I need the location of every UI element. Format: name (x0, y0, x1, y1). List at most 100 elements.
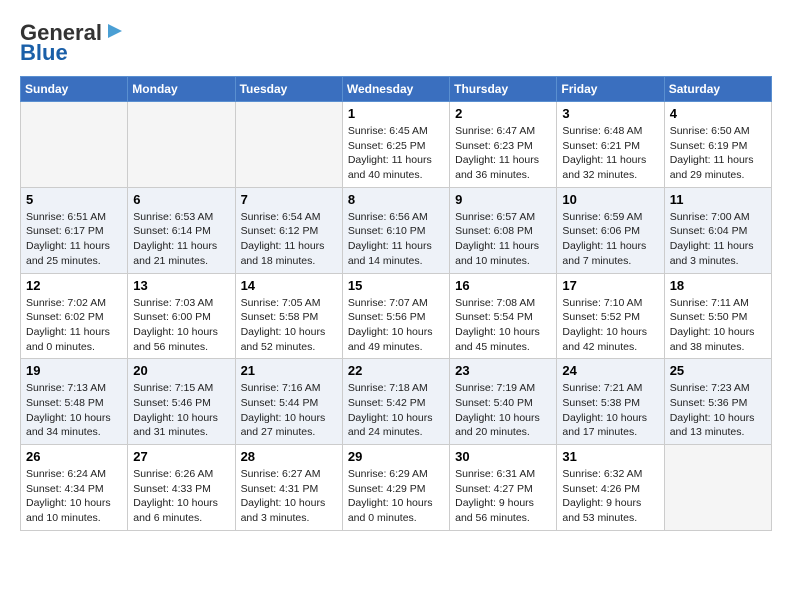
calendar-cell: 12 Sunrise: 7:02 AMSunset: 6:02 PMDayligh… (21, 273, 128, 359)
cell-info: Sunrise: 6:54 AM (241, 210, 337, 225)
cell-info: Daylight: 10 hours and 34 minutes. (26, 411, 122, 440)
day-header-friday: Friday (557, 77, 664, 102)
calendar-cell: 2Sunrise: 6:47 AMSunset: 6:23 PMDaylight… (450, 102, 557, 188)
cell-info: Sunset: 5:54 PM (455, 310, 551, 325)
cell-info: Daylight: 10 hours and 56 minutes. (133, 325, 229, 354)
day-number: 29 (348, 449, 444, 464)
calendar-cell: 24Sunrise: 7:21 AMSunset: 5:38 PMDayligh… (557, 359, 664, 445)
day-number: 23 (455, 363, 551, 378)
cell-info: Sunrise: 6:45 AM (348, 124, 444, 139)
calendar-cell: 1Sunrise: 6:45 AMSunset: 6:25 PMDaylight… (342, 102, 449, 188)
day-number: 27 (133, 449, 229, 464)
cell-info: Sunset: 4:33 PM (133, 482, 229, 497)
calendar-cell: 30Sunrise: 6:31 AMSunset: 4:27 PMDayligh… (450, 445, 557, 531)
cell-info: Sunset: 4:31 PM (241, 482, 337, 497)
cell-info: Sunset: 4:34 PM (26, 482, 122, 497)
calendar-cell (664, 445, 771, 531)
calendar-cell (21, 102, 128, 188)
day-header-wednesday: Wednesday (342, 77, 449, 102)
cell-info: Daylight: 11 hours and 10 minutes. (455, 239, 551, 268)
cell-info: Sunset: 6:12 PM (241, 224, 337, 239)
cell-info: Sunrise: 7:00 AM (670, 210, 766, 225)
cell-info: Sunrise: 7:15 AM (133, 381, 229, 396)
cell-info: Sunrise: 6:59 AM (562, 210, 658, 225)
calendar-cell: 28Sunrise: 6:27 AMSunset: 4:31 PMDayligh… (235, 445, 342, 531)
day-number: 15 (348, 278, 444, 293)
cell-info: Sunset: 5:42 PM (348, 396, 444, 411)
cell-info: Sunrise: 7:08 AM (455, 296, 551, 311)
cell-info: Sunset: 6:08 PM (455, 224, 551, 239)
calendar-cell: 23Sunrise: 7:19 AMSunset: 5:40 PMDayligh… (450, 359, 557, 445)
day-number: 5 (26, 192, 122, 207)
day-number: 4 (670, 106, 766, 121)
calendar-cell: 8Sunrise: 6:56 AMSunset: 6:10 PMDaylight… (342, 187, 449, 273)
day-number: 7 (241, 192, 337, 207)
cell-info: Daylight: 11 hours and 40 minutes. (348, 153, 444, 182)
cell-info: Sunset: 6:02 PM (26, 310, 122, 325)
calendar-cell: 22Sunrise: 7:18 AMSunset: 5:42 PMDayligh… (342, 359, 449, 445)
calendar-cell: 5Sunrise: 6:51 AMSunset: 6:17 PMDaylight… (21, 187, 128, 273)
cell-info: Sunrise: 6:57 AM (455, 210, 551, 225)
day-number: 12 (26, 278, 122, 293)
cell-info: Sunrise: 7:10 AM (562, 296, 658, 311)
day-number: 16 (455, 278, 551, 293)
calendar-cell (128, 102, 235, 188)
cell-info: Daylight: 10 hours and 27 minutes. (241, 411, 337, 440)
cell-info: Sunrise: 7:21 AM (562, 381, 658, 396)
cell-info: Sunrise: 6:48 AM (562, 124, 658, 139)
calendar-cell: 10Sunrise: 6:59 AMSunset: 6:06 PMDayligh… (557, 187, 664, 273)
cell-info: Sunrise: 6:51 AM (26, 210, 122, 225)
cell-info: Sunrise: 7:16 AM (241, 381, 337, 396)
day-number: 18 (670, 278, 766, 293)
cell-info: Daylight: 10 hours and 31 minutes. (133, 411, 229, 440)
calendar-header-row: SundayMondayTuesdayWednesdayThursdayFrid… (21, 77, 772, 102)
cell-info: Sunset: 5:48 PM (26, 396, 122, 411)
day-header-saturday: Saturday (664, 77, 771, 102)
cell-info: Sunrise: 7:03 AM (133, 296, 229, 311)
day-number: 11 (670, 192, 766, 207)
cell-info: Sunrise: 7:05 AM (241, 296, 337, 311)
cell-info: Sunset: 6:23 PM (455, 139, 551, 154)
calendar-cell: 17Sunrise: 7:10 AMSunset: 5:52 PMDayligh… (557, 273, 664, 359)
cell-info: Sunrise: 7:02 AM (26, 296, 122, 311)
day-number: 31 (562, 449, 658, 464)
day-number: 3 (562, 106, 658, 121)
calendar-cell: 19Sunrise: 7:13 AMSunset: 5:48 PMDayligh… (21, 359, 128, 445)
calendar-cell: 21 Sunrise: 7:16 AMSunset: 5:44 PMDayligh… (235, 359, 342, 445)
day-number: 17 (562, 278, 658, 293)
cell-info: Daylight: 10 hours and 38 minutes. (670, 325, 766, 354)
cell-info: Sunrise: 7:19 AM (455, 381, 551, 396)
day-number: 19 (26, 363, 122, 378)
cell-info: Sunrise: 6:56 AM (348, 210, 444, 225)
calendar-cell: 9 Sunrise: 6:57 AMSunset: 6:08 PMDaylight… (450, 187, 557, 273)
cell-info: Daylight: 11 hours and 0 minutes. (26, 325, 122, 354)
cell-info: Sunrise: 6:26 AM (133, 467, 229, 482)
cell-info: Sunset: 4:27 PM (455, 482, 551, 497)
day-number: 9 (455, 192, 551, 207)
cell-info: Sunrise: 6:50 AM (670, 124, 766, 139)
day-number: 22 (348, 363, 444, 378)
cell-info: Sunrise: 7:23 AM (670, 381, 766, 396)
cell-info: Sunset: 5:44 PM (241, 396, 337, 411)
calendar-cell: 27Sunrise: 6:26 AMSunset: 4:33 PMDayligh… (128, 445, 235, 531)
cell-info: Sunrise: 7:11 AM (670, 296, 766, 311)
cell-info: Sunset: 5:46 PM (133, 396, 229, 411)
calendar-cell: 31Sunrise: 6:32 AMSunset: 4:26 PMDayligh… (557, 445, 664, 531)
cell-info: Daylight: 10 hours and 49 minutes. (348, 325, 444, 354)
cell-info: Sunrise: 7:07 AM (348, 296, 444, 311)
day-number: 30 (455, 449, 551, 464)
cell-info: Daylight: 11 hours and 29 minutes. (670, 153, 766, 182)
cell-info: Sunset: 6:21 PM (562, 139, 658, 154)
cell-info: Sunset: 6:04 PM (670, 224, 766, 239)
cell-info: Sunset: 6:14 PM (133, 224, 229, 239)
cell-info: Sunset: 5:52 PM (562, 310, 658, 325)
calendar-week-row: 1Sunrise: 6:45 AMSunset: 6:25 PMDaylight… (21, 102, 772, 188)
cell-info: Daylight: 11 hours and 18 minutes. (241, 239, 337, 268)
calendar-cell: 16Sunrise: 7:08 AMSunset: 5:54 PMDayligh… (450, 273, 557, 359)
day-number: 21 (241, 363, 337, 378)
day-header-thursday: Thursday (450, 77, 557, 102)
calendar-cell: 20Sunrise: 7:15 AMSunset: 5:46 PMDayligh… (128, 359, 235, 445)
day-header-tuesday: Tuesday (235, 77, 342, 102)
day-number: 8 (348, 192, 444, 207)
calendar-week-row: 19Sunrise: 7:13 AMSunset: 5:48 PMDayligh… (21, 359, 772, 445)
